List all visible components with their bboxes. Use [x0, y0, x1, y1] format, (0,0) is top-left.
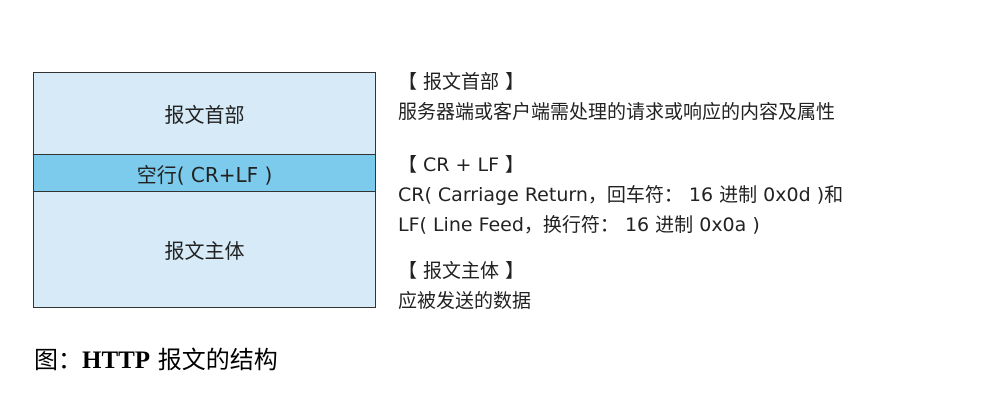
body-description-title: 【 报文主体 】	[398, 260, 525, 282]
crlf-description-line-cr: CR( Carriage Return，回车符： 16 进制 0x0d )和	[398, 184, 844, 206]
figure-caption: 图：HTTP 报文的结构	[34, 340, 278, 375]
message-body-label: 报文主体	[164, 239, 245, 263]
body-description-line: 应被发送的数据	[398, 290, 532, 312]
caption-prefix: 图：	[34, 346, 82, 374]
message-body-block: 报文主体	[34, 192, 375, 307]
crlf-description-title: 【 CR + LF 】	[398, 154, 525, 176]
message-header-label: 报文首部	[164, 103, 245, 127]
http-message-diagram: 报文首部 空行( CR+LF ) 报文主体	[33, 72, 376, 308]
caption-bold: HTTP	[82, 347, 151, 374]
crlf-description: 【 CR + LF 】 CR( Carriage Return，回车符： 16 …	[398, 150, 843, 240]
header-description-title: 【 报文首部 】	[398, 71, 525, 93]
crlf-block: 空行( CR+LF )	[34, 155, 375, 192]
crlf-description-line-lf: LF( Line Feed，换行符： 16 进制 0x0a )	[398, 214, 760, 236]
body-description: 【 报文主体 】 应被发送的数据	[398, 256, 531, 316]
crlf-label: 空行( CR+LF )	[136, 162, 273, 187]
header-description: 【 报文首部 】 服务器端或客户端需处理的请求或响应的内容及属性	[398, 67, 835, 127]
header-description-line: 服务器端或客户端需处理的请求或响应的内容及属性	[398, 101, 836, 123]
message-header-block: 报文首部	[34, 73, 375, 155]
caption-suffix: 报文的结构	[150, 346, 278, 374]
